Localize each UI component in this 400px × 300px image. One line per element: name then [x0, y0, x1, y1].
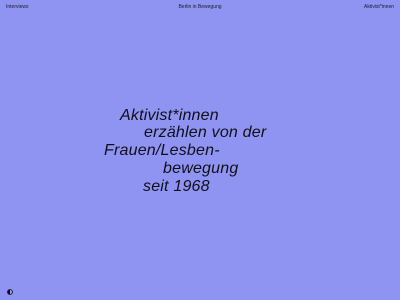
hero-line-2: erzählen von der: [144, 124, 267, 141]
half-circle-contrast-icon: [7, 289, 13, 295]
hero-title: Aktivist*innen erzählen von der Frauen/L…: [0, 0, 400, 300]
hero-line-5: seit 1968: [143, 178, 210, 195]
hero-line-1: Aktivist*innen: [120, 107, 219, 124]
hero-line-3: Frauen/Lesben-: [104, 142, 220, 159]
theme-toggle-button[interactable]: [7, 289, 13, 295]
hero-line-4: bewegung: [163, 160, 239, 177]
